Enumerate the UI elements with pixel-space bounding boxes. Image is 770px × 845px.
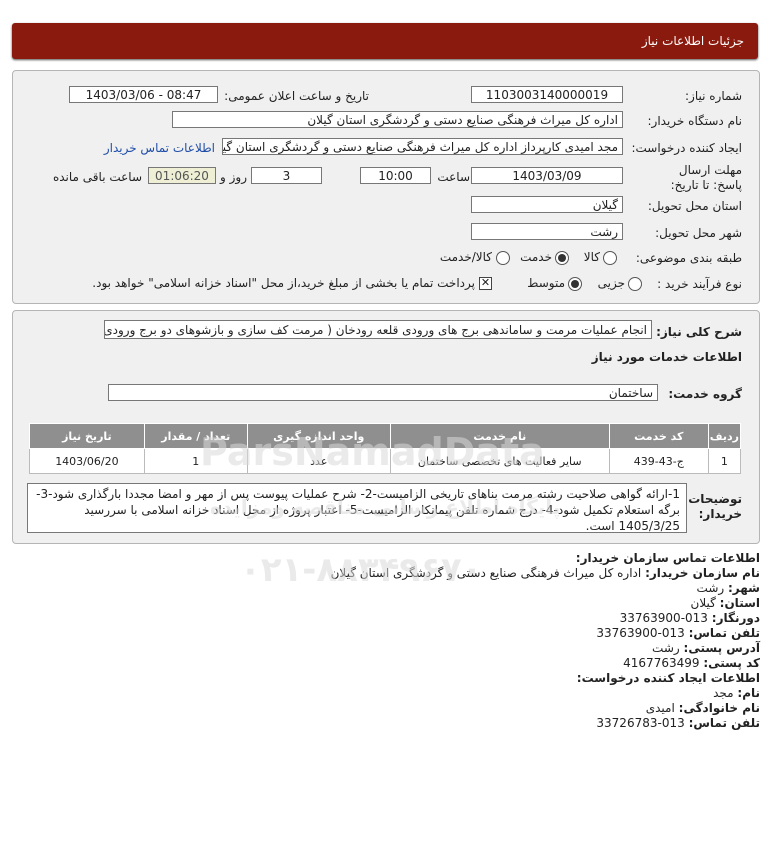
notes-field: 1-ارائه گواهی صلاحیت رشته مرمت بناهای تا… — [27, 483, 687, 533]
buyer-address-row: آدرس پستی: رشت — [652, 641, 760, 655]
process-radio-minor[interactable] — [628, 277, 642, 291]
service-group-field[interactable]: ساختمان — [108, 384, 658, 401]
city-field[interactable]: رشت — [471, 223, 623, 240]
category-radio-goods-service[interactable] — [496, 251, 510, 265]
page-title: جزئیات اطلاعات نیاز — [641, 34, 744, 48]
payment-checkbox[interactable]: ✕ — [479, 277, 492, 290]
buyer-phone-row: تلفن تماس: 013-33763900 — [596, 626, 760, 640]
deadline-date-field[interactable]: 1403/03/09 — [471, 167, 623, 184]
province-label: استان محل تحویل: — [647, 199, 742, 213]
summary-label: شرح کلی نیاز: — [656, 325, 742, 339]
process-label: نوع فرآیند خرید : — [657, 277, 742, 291]
buyer-fax-row: دورنگار: 013-33763900 — [619, 611, 760, 625]
province-field[interactable]: گیلان — [471, 196, 623, 213]
deadline-time-field[interactable]: 10:00 — [360, 167, 431, 184]
buyer-city-row: شهر: رشت — [696, 581, 760, 595]
col-row: ردیف — [707, 423, 742, 449]
creator-name-row: نام: مجد — [713, 686, 760, 700]
table-header-row: ردیف کد خدمت نام خدمت واحد اندازه گیری ت… — [29, 423, 742, 449]
category-radio-goods[interactable] — [603, 251, 617, 265]
remaining-label: ساعت باقی مانده — [52, 170, 142, 184]
table-row[interactable]: 1 ج-43-439 سایر فعالیت های تخصصی ساختمان… — [29, 448, 742, 474]
creator-label: ایجاد کننده درخواست: — [631, 141, 742, 155]
remaining-timer: 01:06:20 — [148, 167, 216, 184]
deadline-time-label: ساعت — [437, 170, 470, 184]
process-radio-medium[interactable] — [568, 277, 582, 291]
buyer-org-label: نام دستگاه خریدار: — [647, 114, 743, 128]
category-option-service: خدمت — [520, 250, 552, 264]
cell-row: 1 — [707, 448, 742, 474]
cell-quantity: 1 — [143, 448, 248, 474]
notes-label: توضیحات خریدار: — [688, 492, 742, 521]
col-need-date: تاریخ نیاز — [29, 423, 145, 449]
announce-field[interactable]: 1403/03/06 - 08:47 — [69, 86, 218, 103]
city-label: شهر محل تحویل: — [655, 226, 742, 240]
category-option-goods: کالا — [583, 250, 600, 264]
category-option-goods-service: کالا/خدمت — [439, 250, 492, 264]
days-label: روز و — [220, 170, 247, 184]
cell-code: ج-43-439 — [608, 448, 709, 474]
buyer-contact-link[interactable]: اطلاعات تماس خریدار — [104, 141, 215, 155]
buyer-org-field[interactable]: اداره کل میراث فرهنگی صنایع دستی و گردشگ… — [172, 111, 623, 128]
page-header: جزئیات اطلاعات نیاز — [12, 23, 758, 59]
category-label: طبقه بندی موضوعی: — [635, 251, 742, 265]
buyer-postal-row: کد پستی: 4167763499 — [623, 656, 760, 670]
col-unit: واحد اندازه گیری — [246, 423, 391, 449]
need-number-label: شماره نیاز: — [685, 89, 742, 103]
creator-contact-title: اطلاعات ایجاد کننده درخواست: — [576, 671, 760, 685]
need-info-panel — [12, 70, 760, 304]
services-title: اطلاعات خدمات مورد نیاز — [591, 350, 742, 364]
services-table: ردیف کد خدمت نام خدمت واحد اندازه گیری ت… — [29, 423, 742, 474]
creator-family-row: نام خانوادگی: امیدی — [645, 701, 760, 715]
col-quantity: تعداد / مقدار — [143, 423, 248, 449]
buyer-province-row: استان: گیلان — [690, 596, 761, 610]
buyer-contact-title: اطلاعات تماس سازمان خریدار: — [575, 551, 760, 565]
cell-need-date: 1403/06/20 — [29, 448, 145, 474]
category-radio-service[interactable] — [555, 251, 569, 265]
buyer-org-row: نام سازمان خریدار: اداره کل میراث فرهنگی… — [330, 566, 760, 580]
days-field: 3 — [251, 167, 322, 184]
col-code: کد خدمت — [608, 423, 709, 449]
col-name: نام خدمت — [389, 423, 610, 449]
creator-phone-row: تلفن تماس: 013-33726783 — [596, 716, 760, 730]
payment-note: پرداخت تمام یا بخشی از مبلغ خرید،از محل … — [92, 276, 475, 290]
cell-name: سایر فعالیت های تخصصی ساختمان — [389, 448, 610, 474]
summary-field[interactable]: انجام عملیات مرمت و ساماندهی برج های ورو… — [104, 320, 652, 339]
cell-unit: عدد — [246, 448, 391, 474]
need-number-field[interactable]: 1103003140000019 — [471, 86, 623, 103]
deadline-label: مهلت ارسال پاسخ: تا تاریخ: — [670, 163, 742, 192]
process-option-medium: متوسط — [527, 276, 565, 290]
creator-field[interactable]: مجد امیدی کارپرداز اداره کل میراث فرهنگی… — [222, 138, 623, 155]
announce-label: تاریخ و ساعت اعلان عمومی: — [224, 89, 369, 103]
process-option-minor: جزیی — [597, 276, 625, 290]
service-group-label: گروه خدمت: — [668, 387, 742, 401]
